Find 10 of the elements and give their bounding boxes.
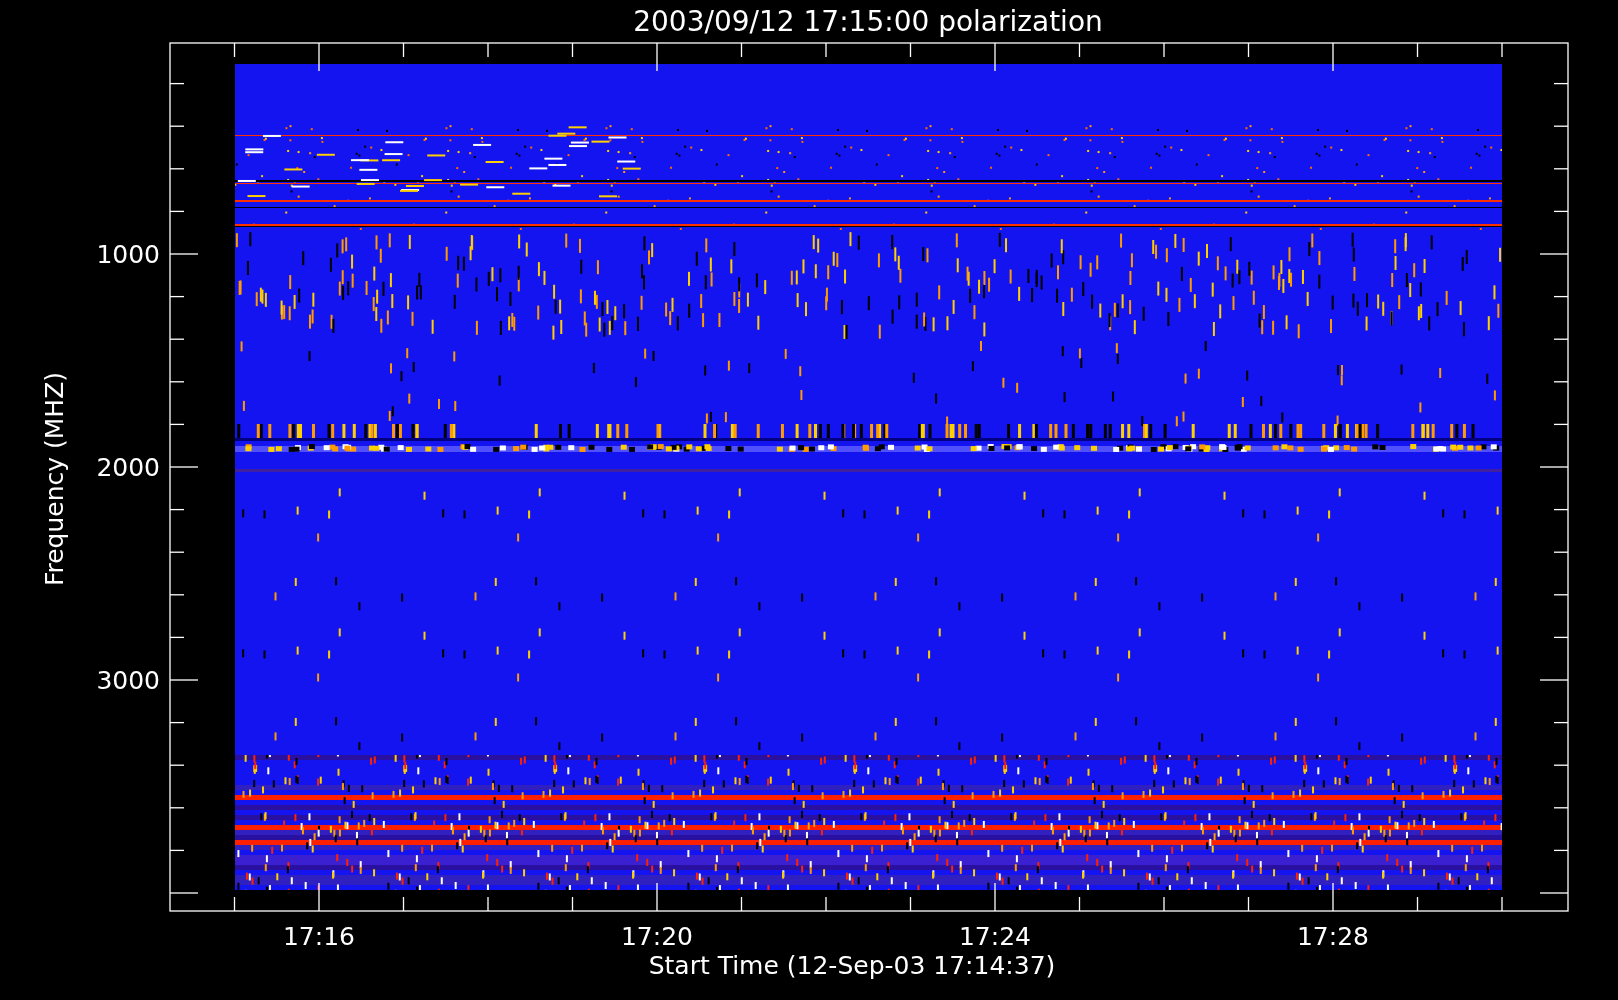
- tick-label: 17:20: [621, 922, 693, 951]
- tick-label: 17:16: [283, 922, 355, 951]
- tick-label: 2000: [96, 453, 160, 482]
- axis-label: Start Time (12-Sep-03 17:14:37): [648, 951, 1056, 980]
- tick-label: 1000: [96, 240, 160, 269]
- tick-label: 3000: [96, 666, 160, 695]
- axis-label: Frequency (MHZ): [40, 371, 69, 587]
- plot-title: 2003/09/12 17:15:00 polarization: [633, 5, 1103, 38]
- tick-label: 17:28: [1297, 922, 1369, 951]
- tick-label: 17:24: [959, 922, 1031, 951]
